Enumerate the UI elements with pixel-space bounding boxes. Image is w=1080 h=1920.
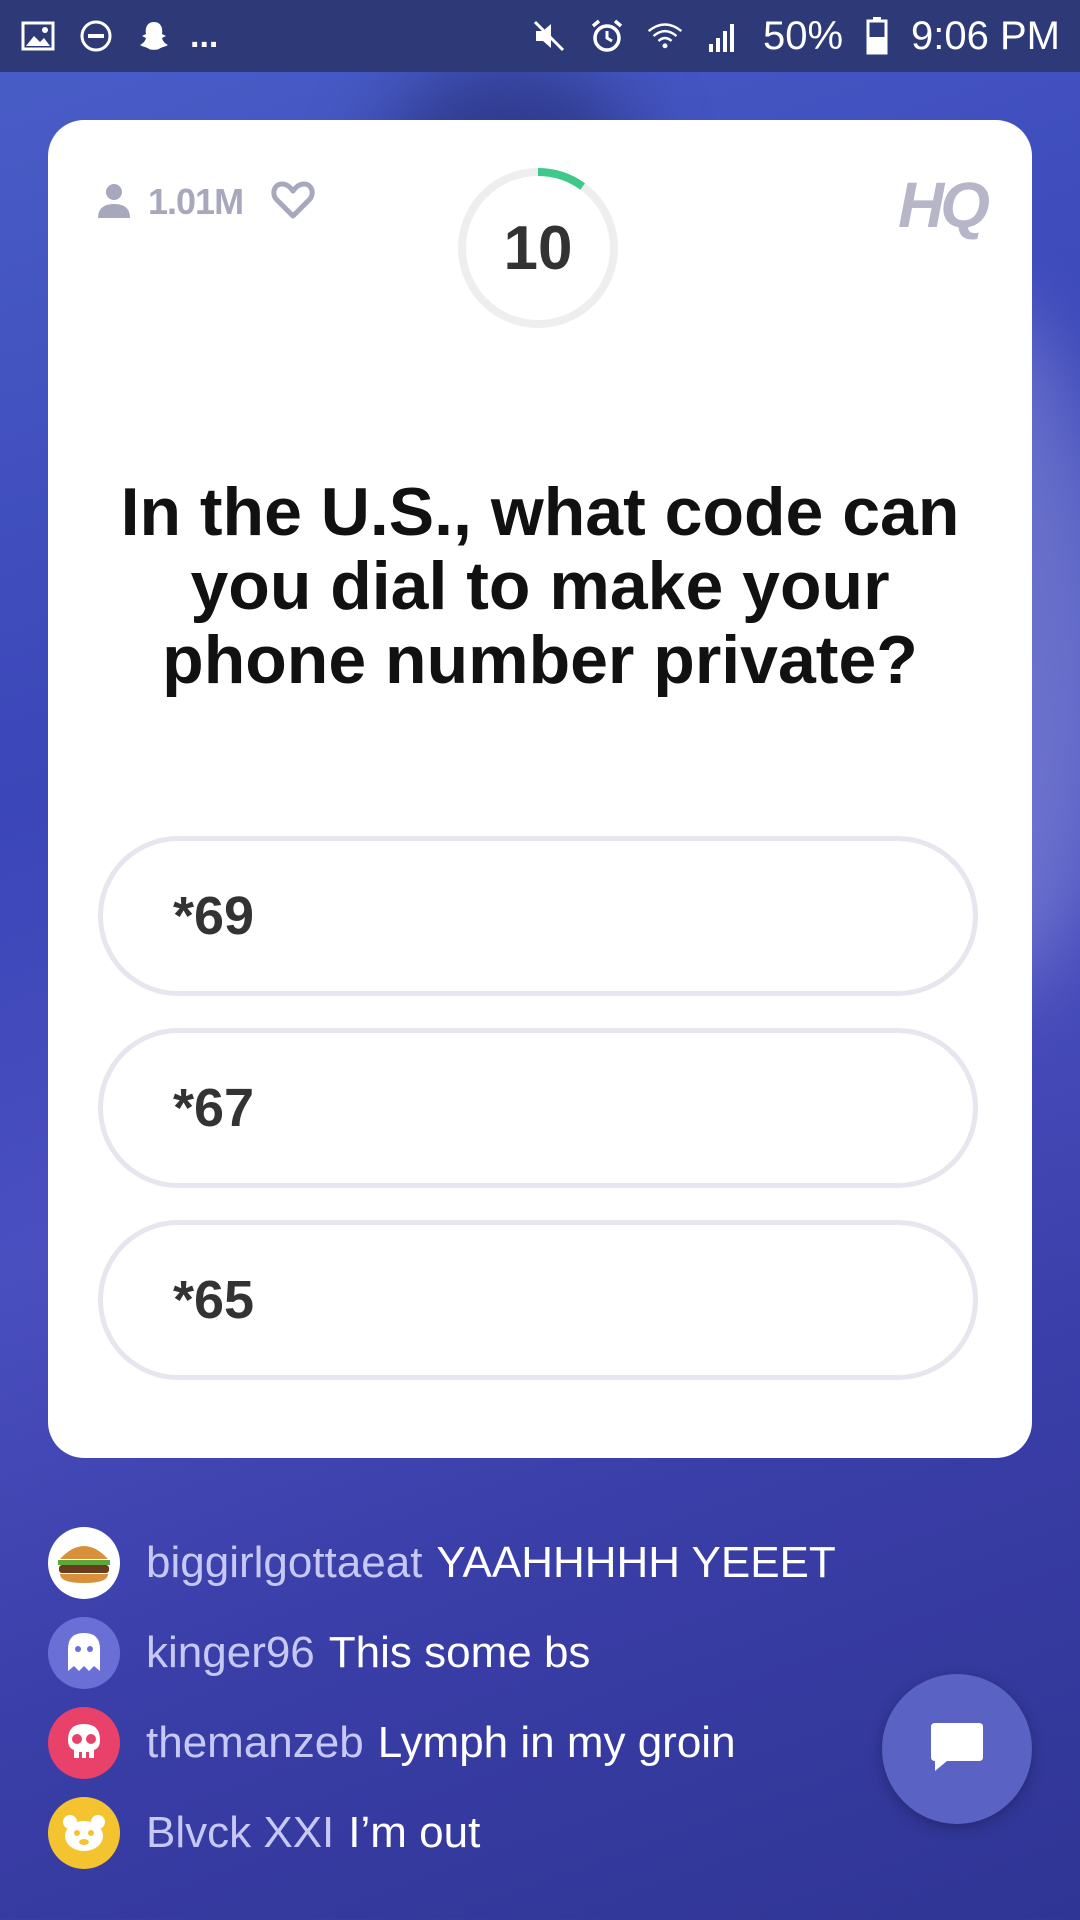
- chat-username[interactable]: biggirlgottaeat: [146, 1538, 422, 1588]
- snapchat-icon: [136, 18, 172, 54]
- more-notifications-indicator: ...: [190, 16, 219, 55]
- question-text: In the U.S., what code can you dial to m…: [120, 474, 960, 698]
- chat-feed: biggirlgottaeat YAAHHHHH YEEET kinger96 …: [48, 1518, 836, 1878]
- chat-text: YAAHHHHH YEEET: [436, 1538, 836, 1587]
- chat-message: themanzeb Lymph in my groin: [48, 1698, 836, 1788]
- battery-percent: 50%: [762, 13, 844, 58]
- status-bar: ... 50% 9:06 PM: [0, 0, 1080, 72]
- signal-icon: [705, 18, 741, 54]
- viewer-icon: [94, 180, 134, 224]
- chat-username[interactable]: kinger96: [146, 1628, 315, 1678]
- wifi-icon: [647, 18, 683, 54]
- chat-text: This some bs: [328, 1628, 591, 1677]
- clock-time: 9:06 PM: [911, 13, 1060, 58]
- countdown-timer: 10: [456, 166, 620, 330]
- hq-logo: HQ: [898, 169, 990, 241]
- skull-icon: [48, 1707, 120, 1779]
- bear-icon: [48, 1797, 120, 1869]
- chat-bubble-icon: [927, 1719, 987, 1779]
- chat-username[interactable]: Blvck XXI: [146, 1808, 334, 1858]
- answer-option-1[interactable]: *69: [98, 836, 978, 996]
- chat-username[interactable]: themanzeb: [146, 1718, 364, 1768]
- chat-text: I’m out: [348, 1808, 481, 1857]
- timer-seconds: 10: [503, 213, 573, 283]
- chat-message: kinger96 This some bs: [48, 1608, 836, 1698]
- question-card: 1.01M 10 HQ In the U.S., what code can y…: [48, 120, 1032, 1458]
- burger-icon: [48, 1527, 120, 1599]
- mute-icon: [531, 18, 567, 54]
- chat-message: biggirlgottaeat YAAHHHHH YEEET: [48, 1518, 836, 1608]
- answer-option-3[interactable]: *65: [98, 1220, 978, 1380]
- chat-message: Blvck XXI I’m out: [48, 1788, 836, 1878]
- alarm-icon: [589, 18, 625, 54]
- viewer-stats: 1.01M: [94, 180, 315, 224]
- heart-icon[interactable]: [271, 180, 315, 224]
- do-not-disturb-icon: [78, 18, 114, 54]
- battery-icon: [865, 17, 889, 55]
- viewer-count: 1.01M: [148, 181, 244, 222]
- chat-text: Lymph in my groin: [377, 1718, 736, 1767]
- ghost-icon: [48, 1617, 120, 1689]
- answer-option-2[interactable]: *67: [98, 1028, 978, 1188]
- image-icon: [20, 18, 56, 54]
- chat-button[interactable]: [882, 1674, 1032, 1824]
